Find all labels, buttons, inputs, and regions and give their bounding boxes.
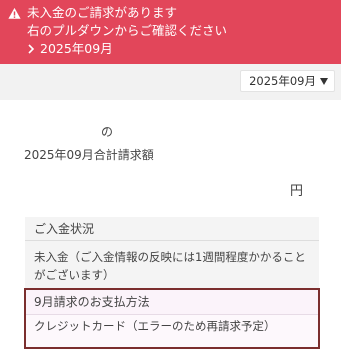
alert-month-link[interactable]: 2025年09月 (8, 40, 333, 58)
alert-link-label: 2025年09月 (40, 41, 113, 56)
alert-subtitle: 右のプルダウンからご確認ください (27, 23, 228, 38)
payment-status-heading: ご入金状況 (25, 217, 319, 241)
month-select-value: 2025年09月 (249, 74, 316, 88)
payment-method-text: クレジットカード（エラーのため再請求予定） (34, 319, 276, 333)
currency-unit: 円 (290, 184, 304, 199)
payment-status-text: 未入金（ご入金情報の反映には1週間程度かかることがございます） (34, 250, 306, 282)
month-select[interactable]: 2025年09月 (240, 70, 335, 92)
payment-method-heading: 9月請求のお支払方法 (26, 290, 318, 315)
alert-title: 未入金のご請求があります (27, 5, 178, 20)
alert-title-row: 未入金のご請求があります (8, 4, 333, 22)
unpaid-alert-banner: 未入金のご請求があります 右のプルダウンからご確認ください 2025年09月 (0, 0, 341, 64)
payment-method-section: 9月請求のお支払方法 クレジットカード（エラーのため再請求予定） (24, 288, 320, 349)
caret-down-icon (320, 77, 328, 85)
warning-icon (8, 7, 21, 19)
customer-name-suffix: の (101, 125, 114, 139)
total-amount-label: 2025年09月合計請求額 (24, 148, 154, 162)
chevron-right-icon (28, 44, 35, 54)
